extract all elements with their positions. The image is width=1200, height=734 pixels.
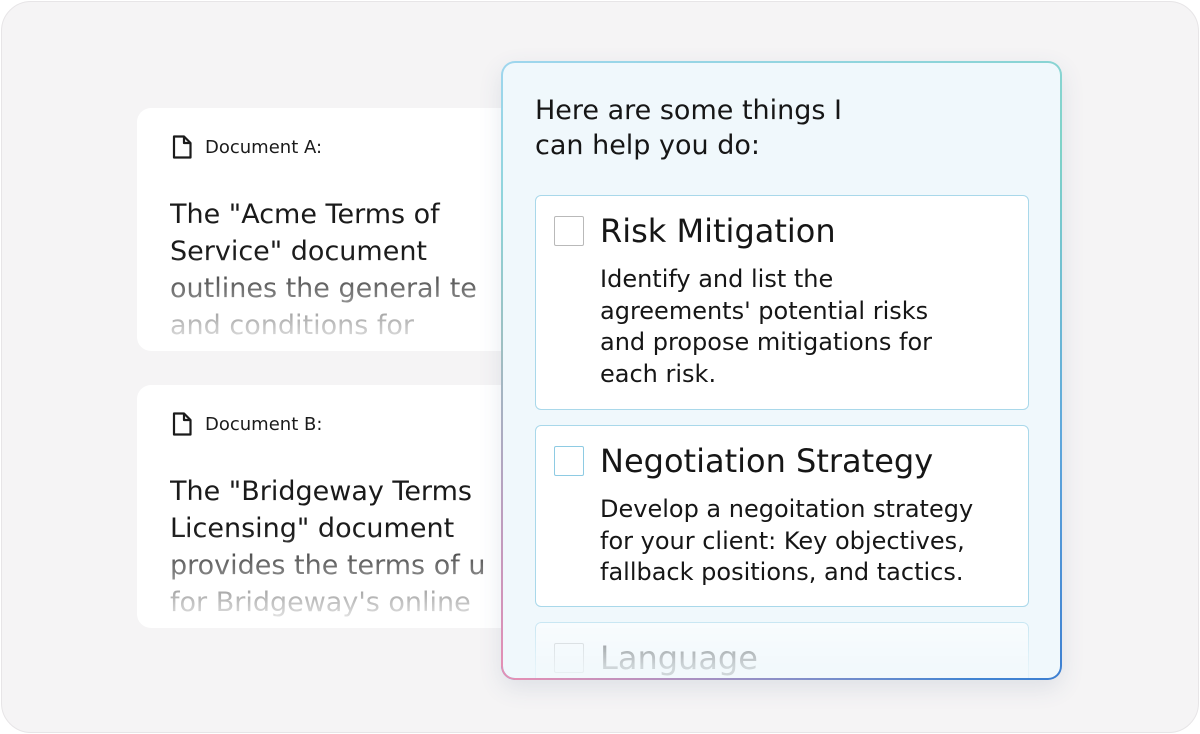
option-description-line: agreements' potential risks bbox=[600, 296, 929, 325]
option-title: Language bbox=[600, 639, 758, 677]
document-line: provides the terms of u bbox=[170, 550, 486, 581]
option-language[interactable]: Language bbox=[535, 622, 1029, 678]
document-line: for Bridgeway's online bbox=[170, 587, 471, 618]
document-preview-text: The "Acme Terms of Service" document out… bbox=[170, 196, 550, 344]
document-preview-text: The "Bridgeway Terms Licensing" document… bbox=[170, 473, 550, 621]
document-card-a[interactable]: Document A: The "Acme Terms of Service" … bbox=[137, 108, 557, 351]
assistant-panel: Here are some things I can help you do: … bbox=[501, 61, 1062, 680]
risk-mitigation-checkbox[interactable] bbox=[554, 216, 584, 246]
option-negotiation-strategy[interactable]: Negotiation Strategy Develop a negoitati… bbox=[535, 425, 1029, 607]
document-line: The "Acme Terms of bbox=[170, 199, 440, 230]
option-title: Risk Mitigation bbox=[600, 212, 836, 250]
option-description: Identify and list the agreements' potent… bbox=[600, 264, 1020, 390]
option-description-line: Develop a negoitation strategy bbox=[600, 495, 974, 523]
option-description-line: for your client: Key objectives, bbox=[600, 526, 965, 555]
assistant-panel-inner: Here are some things I can help you do: … bbox=[503, 63, 1060, 678]
document-header: Document B: bbox=[171, 411, 322, 437]
assistant-title-line: Here are some things I bbox=[535, 95, 843, 126]
file-icon bbox=[171, 411, 193, 437]
option-description: Develop a negoitation strategy for your … bbox=[600, 494, 1020, 589]
assistant-title-line: can help you do: bbox=[535, 130, 760, 161]
document-line: and conditions for bbox=[170, 310, 414, 341]
option-description-line: and propose mitigations for bbox=[600, 328, 933, 356]
option-title: Negotiation Strategy bbox=[600, 442, 934, 480]
document-line: Service" document bbox=[170, 236, 428, 267]
file-icon bbox=[171, 134, 193, 160]
document-header: Document A: bbox=[171, 134, 322, 160]
option-description-line: fallback positions, and tactics. bbox=[600, 558, 964, 586]
option-risk-mitigation[interactable]: Risk Mitigation Identify and list the ag… bbox=[535, 195, 1029, 410]
app-frame: Document A: The "Acme Terms of Service" … bbox=[1, 1, 1199, 733]
assistant-title: Here are some things I can help you do: bbox=[535, 93, 842, 163]
document-line: The "Bridgeway Terms bbox=[170, 476, 472, 507]
document-line: Licensing" document bbox=[170, 513, 455, 544]
language-checkbox[interactable] bbox=[554, 643, 584, 673]
document-line: outlines the general te bbox=[170, 273, 477, 304]
option-description-line: each risk. bbox=[600, 359, 717, 388]
document-label: Document A: bbox=[205, 136, 323, 158]
option-description-line: Identify and list the bbox=[600, 265, 834, 293]
negotiation-strategy-checkbox[interactable] bbox=[554, 446, 584, 476]
document-card-b[interactable]: Document B: The "Bridgeway Terms Licensi… bbox=[137, 385, 557, 628]
document-label: Document B: bbox=[205, 413, 323, 435]
